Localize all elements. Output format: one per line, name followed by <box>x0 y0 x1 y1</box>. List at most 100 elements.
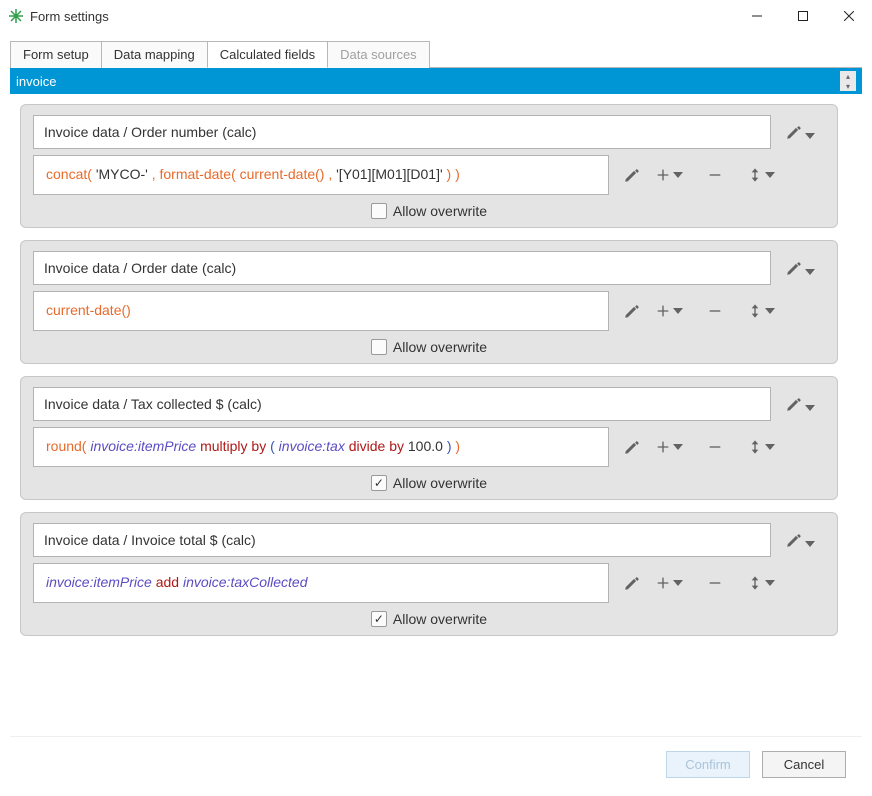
allow-overwrite-row: Allow overwrite <box>33 203 825 219</box>
move-updown-icon <box>747 438 763 456</box>
allow-overwrite-label: Allow overwrite <box>393 203 487 219</box>
plus-icon <box>655 167 671 183</box>
chevron-down-icon <box>673 306 683 316</box>
chevron-down-icon <box>673 442 683 452</box>
banner-scroll-buttons: ▴ ▾ <box>840 71 856 91</box>
chevron-down-icon <box>805 131 815 141</box>
chevron-down-icon <box>765 306 775 316</box>
pencil-icon <box>785 259 803 277</box>
remove-field-button[interactable] <box>707 167 723 183</box>
chevron-down-icon <box>765 170 775 180</box>
banner-scroll-up-icon[interactable]: ▴ <box>840 71 856 81</box>
tab-data-mapping[interactable]: Data mapping <box>101 41 208 68</box>
chevron-down-icon <box>765 442 775 452</box>
add-field-dropdown[interactable] <box>655 303 683 319</box>
chevron-down-icon <box>765 578 775 588</box>
plus-icon <box>655 575 671 591</box>
close-button[interactable] <box>826 0 872 32</box>
plus-icon <box>655 439 671 455</box>
field-path-input[interactable]: Invoice data / Invoice total $ (calc) <box>33 523 771 557</box>
allow-overwrite-checkbox[interactable] <box>371 339 387 355</box>
card-toolbar <box>655 574 825 592</box>
edit-field-dropdown[interactable] <box>785 259 825 277</box>
app-icon <box>8 8 24 24</box>
remove-field-button[interactable] <box>707 439 723 455</box>
allow-overwrite-label: Allow overwrite <box>393 339 487 355</box>
chevron-down-icon <box>673 578 683 588</box>
calc-field-card: Invoice data / Tax collected $ (calc) rou… <box>20 376 838 500</box>
add-field-dropdown[interactable] <box>655 575 683 591</box>
allow-overwrite-label: Allow overwrite <box>393 475 487 491</box>
move-updown-icon <box>747 302 763 320</box>
allow-overwrite-row: Allow overwrite <box>33 339 825 355</box>
move-field-dropdown[interactable] <box>747 438 775 456</box>
edit-expression-button[interactable] <box>623 166 641 184</box>
window-title: Form settings <box>30 9 734 24</box>
allow-overwrite-row: Allow overwrite <box>33 611 825 627</box>
chevron-down-icon <box>805 403 815 413</box>
calc-field-card: Invoice data / Order number (calc) concat… <box>20 104 838 228</box>
edit-field-dropdown[interactable] <box>785 123 825 141</box>
window-controls <box>734 0 872 32</box>
allow-overwrite-checkbox[interactable] <box>371 611 387 627</box>
edit-expression-button[interactable] <box>623 438 641 456</box>
allow-overwrite-row: Allow overwrite <box>33 475 825 491</box>
card-toolbar <box>655 166 825 184</box>
edit-field-dropdown[interactable] <box>785 395 825 413</box>
field-path-input[interactable]: Invoice data / Order date (calc) <box>33 251 771 285</box>
pencil-icon <box>623 166 641 184</box>
field-path-input[interactable]: Invoice data / Tax collected $ (calc) <box>33 387 771 421</box>
expression-input[interactable]: current-date() <box>33 291 609 331</box>
move-field-dropdown[interactable] <box>747 302 775 320</box>
dialog-footer: Confirm Cancel <box>10 736 862 796</box>
add-field-dropdown[interactable] <box>655 439 683 455</box>
chevron-down-icon <box>805 539 815 549</box>
pencil-icon <box>785 531 803 549</box>
minus-icon <box>707 575 723 591</box>
tab-bar: Form setupData mappingCalculated fieldsD… <box>10 40 862 67</box>
pencil-icon <box>785 123 803 141</box>
minus-icon <box>707 439 723 455</box>
expression-input[interactable]: invoice:itemPrice add invoice:taxCollect… <box>33 563 609 603</box>
allow-overwrite-checkbox[interactable] <box>371 203 387 219</box>
expression-input[interactable]: round( invoice:itemPrice multiply by ( i… <box>33 427 609 467</box>
confirm-button[interactable]: Confirm <box>666 751 750 778</box>
tab-data-sources: Data sources <box>327 41 430 68</box>
body: Form setupData mappingCalculated fieldsD… <box>0 32 872 796</box>
minus-icon <box>707 167 723 183</box>
edit-expression-button[interactable] <box>623 574 641 592</box>
calc-field-card: Invoice data / Order date (calc) current-… <box>20 240 838 364</box>
window: Form settings Form setupData mappingCalc… <box>0 0 872 796</box>
cancel-button[interactable]: Cancel <box>762 751 846 778</box>
banner-scroll-down-icon[interactable]: ▾ <box>840 81 856 91</box>
move-field-dropdown[interactable] <box>747 166 775 184</box>
allow-overwrite-checkbox[interactable] <box>371 475 387 491</box>
add-field-dropdown[interactable] <box>655 167 683 183</box>
calc-field-card: Invoice data / Invoice total $ (calc) inv… <box>20 512 838 636</box>
allow-overwrite-label: Allow overwrite <box>393 611 487 627</box>
card-toolbar <box>655 438 825 456</box>
calculated-fields-list: Invoice data / Order number (calc) concat… <box>10 94 862 736</box>
titlebar: Form settings <box>0 0 872 32</box>
datasource-selected: invoice <box>16 74 56 89</box>
chevron-down-icon <box>805 267 815 277</box>
edit-field-dropdown[interactable] <box>785 531 825 549</box>
move-updown-icon <box>747 166 763 184</box>
remove-field-button[interactable] <box>707 303 723 319</box>
plus-icon <box>655 303 671 319</box>
remove-field-button[interactable] <box>707 575 723 591</box>
minimize-button[interactable] <box>734 0 780 32</box>
maximize-button[interactable] <box>780 0 826 32</box>
move-field-dropdown[interactable] <box>747 574 775 592</box>
tab-calculated-fields[interactable]: Calculated fields <box>207 41 328 68</box>
edit-expression-button[interactable] <box>623 302 641 320</box>
tab-form-setup[interactable]: Form setup <box>10 41 102 68</box>
field-path-input[interactable]: Invoice data / Order number (calc) <box>33 115 771 149</box>
datasource-banner[interactable]: invoice ▴ ▾ <box>10 68 862 94</box>
pencil-icon <box>623 302 641 320</box>
expression-input[interactable]: concat( 'MYCO-' , format-date( current-d… <box>33 155 609 195</box>
pencil-icon <box>623 574 641 592</box>
pencil-icon <box>785 395 803 413</box>
card-toolbar <box>655 302 825 320</box>
pencil-icon <box>623 438 641 456</box>
